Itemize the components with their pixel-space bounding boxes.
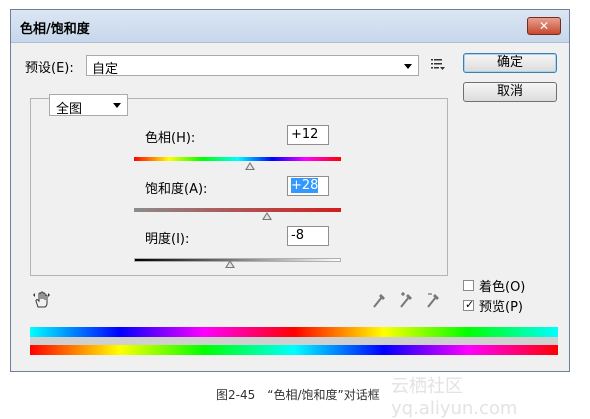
saturation-slider-thumb[interactable] (262, 212, 272, 220)
hue-value: +12 (291, 127, 319, 142)
preview-label: 预览(P) (479, 300, 523, 315)
adjustment-group (30, 98, 448, 276)
input-color-bar (30, 327, 558, 337)
range-value: 全图 (56, 102, 83, 117)
hue-saturation-dialog: 色相/饱和度 ✕ 预设(E): 自定 确定 取消 全图 色相(H): +12 饱… (10, 9, 570, 372)
range-select[interactable]: 全图 (49, 94, 128, 117)
figure-caption: 图2-45 “色相/饱和度”对话框 (216, 388, 380, 402)
lightness-input[interactable]: -8 (287, 226, 329, 246)
colorize-checkbox[interactable] (463, 280, 474, 291)
preset-select[interactable]: 自定 (86, 55, 419, 77)
chevron-down-icon (113, 103, 121, 108)
color-bar-divider (30, 337, 558, 345)
saturation-value: +28 (291, 178, 319, 193)
saturation-slider-track[interactable] (134, 208, 341, 212)
saturation-label: 饱和度(A): (145, 182, 208, 197)
chevron-down-icon (404, 64, 412, 69)
ok-button[interactable]: 确定 (463, 53, 557, 73)
colorize-label: 着色(O) (479, 280, 526, 295)
dialog-title: 色相/饱和度 (20, 22, 90, 37)
preset-options-icon[interactable] (431, 57, 445, 71)
checkmark-icon: ✓ (465, 298, 475, 311)
lightness-value: -8 (291, 228, 304, 243)
title-bar[interactable]: 色相/饱和度 ✕ (11, 10, 569, 43)
lightness-label: 明度(I): (145, 232, 190, 247)
hue-input[interactable]: +12 (287, 125, 329, 145)
close-icon: ✕ (538, 19, 550, 33)
eyedropper-icon[interactable] (372, 291, 388, 309)
hue-label: 色相(H): (145, 131, 196, 146)
watermark: 云栖社区 yq.aliyun.com (391, 376, 518, 419)
hue-slider-thumb[interactable] (245, 162, 255, 170)
preview-checkbox[interactable]: ✓ (463, 298, 475, 311)
preset-value: 自定 (92, 62, 119, 77)
cancel-button[interactable]: 取消 (463, 82, 557, 102)
saturation-input[interactable]: +28 (287, 176, 329, 196)
hue-slider-track[interactable] (134, 157, 341, 161)
hand-adjust-icon[interactable] (32, 290, 52, 310)
eyedropper-add-icon[interactable] (399, 291, 415, 309)
preset-label: 预设(E): (25, 61, 74, 76)
close-button[interactable]: ✕ (527, 17, 561, 35)
eyedropper-subtract-icon[interactable] (426, 291, 442, 309)
output-color-bar (30, 345, 558, 355)
lightness-slider-track[interactable] (134, 258, 341, 262)
lightness-slider-thumb[interactable] (225, 260, 235, 268)
